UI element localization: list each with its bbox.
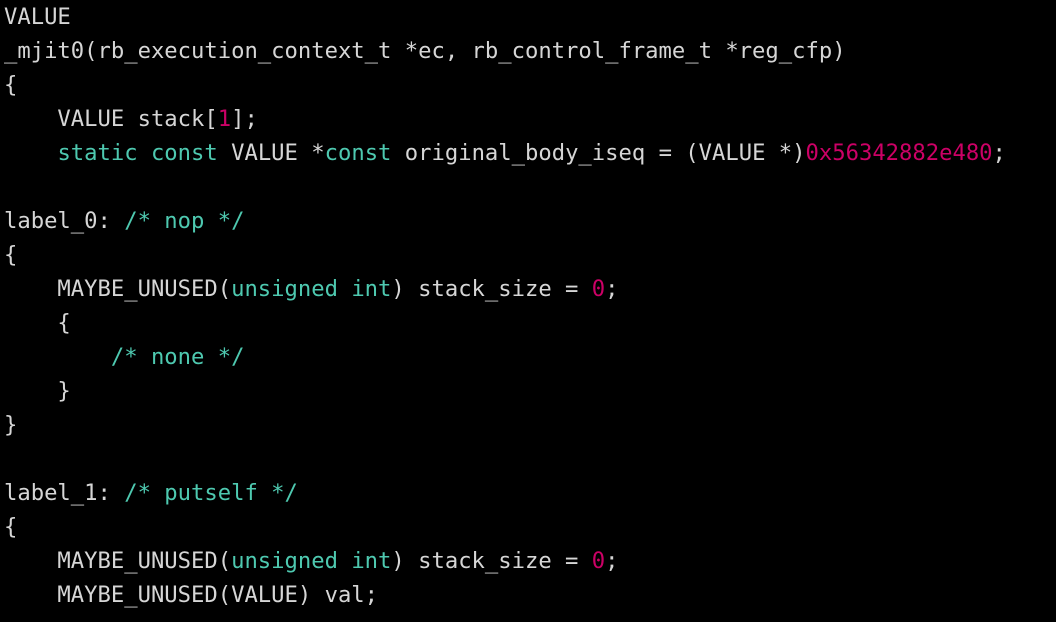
hex-literal: 0x56342882e480 xyxy=(806,140,993,166)
comment: /* none */ xyxy=(111,344,245,370)
code-line: } xyxy=(4,378,71,404)
code-line: MAYBE_UNUSED(VALUE) val; xyxy=(4,582,378,608)
keyword-int: int xyxy=(351,276,391,302)
code-block: VALUE _mjit0(rb_execution_context_t *ec,… xyxy=(0,0,1056,612)
number-literal: 0 xyxy=(592,276,605,302)
code-line: label_1: /* putself */ xyxy=(4,480,298,506)
code-line: { xyxy=(4,310,71,336)
code-line: VALUE xyxy=(4,4,71,30)
number-literal: 1 xyxy=(218,106,231,132)
code-line: static const VALUE *const original_body_… xyxy=(4,140,1006,166)
code-line: { xyxy=(4,514,17,540)
keyword-const: const xyxy=(325,140,392,166)
code-line: label_0: /* nop */ xyxy=(4,208,244,234)
comment: /* nop */ xyxy=(124,208,244,234)
keyword-int: int xyxy=(351,548,391,574)
keyword-unsigned: unsigned xyxy=(231,276,338,302)
keyword-const: const xyxy=(151,140,218,166)
code-line: } xyxy=(4,412,17,438)
code-line: { xyxy=(4,242,17,268)
number-literal: 0 xyxy=(592,548,605,574)
code-line: /* none */ xyxy=(4,344,244,370)
code-line: VALUE stack[1]; xyxy=(4,106,258,132)
code-line: MAYBE_UNUSED(unsigned int) stack_size = … xyxy=(4,548,619,574)
comment: /* putself */ xyxy=(124,480,298,506)
code-line: _mjit0(rb_execution_context_t *ec, rb_co… xyxy=(4,38,846,64)
keyword-unsigned: unsigned xyxy=(231,548,338,574)
keyword-static: static xyxy=(57,140,137,166)
code-line: MAYBE_UNUSED(unsigned int) stack_size = … xyxy=(4,276,619,302)
code-line: { xyxy=(4,72,17,98)
